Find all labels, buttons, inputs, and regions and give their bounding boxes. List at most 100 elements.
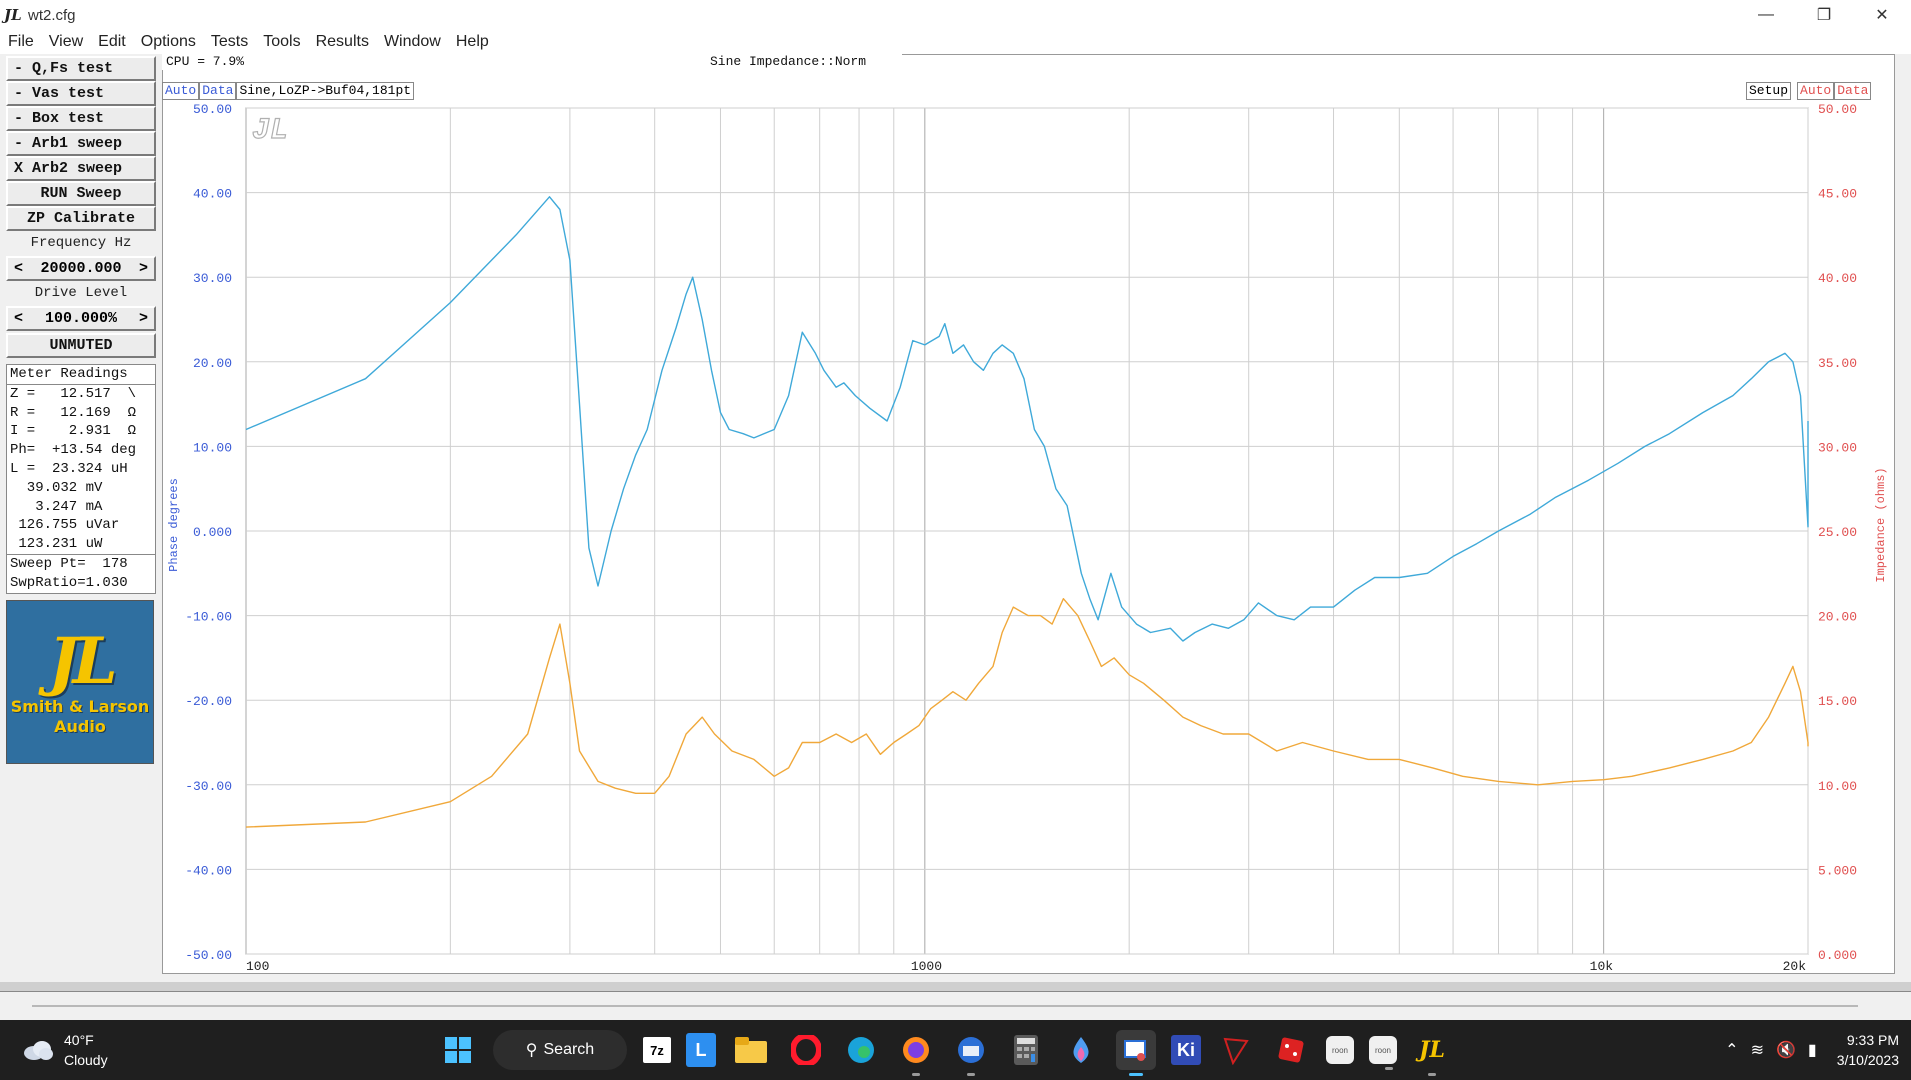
frequency-spinner[interactable]: < 20000.000 > [6, 256, 156, 281]
meter-header: Meter Readings [10, 366, 128, 382]
window-title: wt2.cfg [28, 6, 76, 24]
arb1-sweep-button[interactable]: - Arb1 sweep [6, 131, 156, 156]
right-auto-button[interactable]: Auto [1797, 82, 1835, 100]
meter-row: Ph= +13.54 deg [10, 442, 137, 459]
taskbar: 40°F Cloudy ⚲ Search 7z L Ki roon roon J… [0, 1020, 1911, 1080]
file-explorer-icon[interactable] [731, 1030, 771, 1070]
drive-level-value[interactable]: 100.000% [45, 310, 117, 327]
logo-mark-icon: JL [48, 623, 117, 699]
meter-row: R = 12.169 Ω [10, 404, 137, 421]
meter-row: Z = 12.517 \ [10, 385, 137, 402]
meter-readings: Meter Readings Z = 12.517 \ R = 12.169 Ω… [6, 364, 156, 594]
thunderbird-icon[interactable] [951, 1030, 991, 1076]
taskbar-apps: ⚲ Search 7z L Ki roon roon JL [430, 1028, 1459, 1076]
drive-level-spinner[interactable]: < 100.000% > [6, 306, 156, 331]
chart-frame [162, 54, 1895, 974]
drive-level-label: Drive Level [34, 285, 128, 301]
vas-test-button[interactable]: - Vas test [6, 81, 156, 106]
clock-time: 9:33 PM [1846, 1032, 1899, 1048]
system-tray: ⌃ ≋ 🔇 ▮ 9:33 PM 3/10/2023 [1719, 1020, 1911, 1080]
7zip-icon[interactable]: 7z [643, 1037, 671, 1063]
meter-row: 39.032 mV [10, 479, 103, 496]
search-label: Search [543, 1041, 595, 1058]
menu-edit[interactable]: Edit [98, 33, 126, 51]
cloud-icon [24, 1041, 53, 1060]
kicad-icon[interactable]: Ki [1171, 1035, 1201, 1065]
box-test-button[interactable]: - Box test [6, 106, 156, 131]
meter-row: 123.231 uW [10, 536, 103, 553]
frequency-increment-button[interactable]: > [139, 260, 148, 277]
menu-window[interactable]: Window [384, 33, 441, 51]
jl-icon[interactable]: JL [1412, 1030, 1452, 1076]
chevron-up-icon[interactable]: ⌃ [1725, 1040, 1738, 1060]
meter-row: 126.755 uVar [10, 517, 120, 534]
menu-file[interactable]: File [8, 33, 34, 51]
battery-icon[interactable]: ▮ [1808, 1040, 1817, 1060]
zp-calibrate-button[interactable]: ZP Calibrate [6, 206, 156, 231]
dice-icon[interactable] [1271, 1030, 1311, 1070]
paint-icon[interactable] [1061, 1030, 1101, 1070]
opera-icon[interactable] [786, 1030, 826, 1070]
smith-larson-logo: JL Smith & Larson Audio [6, 599, 154, 764]
search-icon: ⚲ [525, 1042, 538, 1059]
menu-options[interactable]: Options [141, 33, 196, 51]
cpu-readout: CPU = 7.9% [166, 54, 245, 69]
minimize-button[interactable]: — [1737, 0, 1795, 30]
mute-toggle-button[interactable]: UNMUTED [6, 333, 156, 358]
logo-line-2: Audio [54, 716, 106, 736]
taskbar-search[interactable]: ⚲ Search [493, 1030, 627, 1070]
clock[interactable]: 9:33 PM 3/10/2023 [1837, 1030, 1899, 1070]
clock-date: 3/10/2023 [1836, 1052, 1899, 1068]
horizontal-scrollbar[interactable] [0, 992, 1911, 1012]
status-bar: CPU = 7.9% Sine Impedance::Norm [162, 54, 902, 70]
chart-toolbar-right: Setup Auto Data [1746, 82, 1872, 100]
arb2-sweep-button[interactable]: X Arb2 sweep [6, 156, 156, 181]
frequency-decrement-button[interactable]: < [14, 260, 23, 277]
firefox-icon[interactable] [896, 1030, 936, 1076]
meter-row: I = 2.931 Ω [10, 423, 137, 440]
frequency-value[interactable]: 20000.000 [40, 260, 121, 277]
logo-line-1: Smith & Larson [10, 696, 150, 716]
sweep-ratio-readout: SwpRatio=1.030 [10, 574, 128, 591]
wifi-icon[interactable]: ≋ [1751, 1040, 1764, 1060]
roon-icon[interactable]: roon [1326, 1036, 1354, 1064]
weather-temperature: 40°F [64, 1032, 94, 1048]
left-data-button[interactable]: Data [199, 82, 237, 100]
meter-row: L = 23.324 uH [10, 460, 128, 477]
run-sweep-button[interactable]: RUN Sweep [6, 181, 156, 206]
mode-readout: Sine Impedance::Norm [710, 54, 867, 69]
menu-tests[interactable]: Tests [211, 33, 248, 51]
calculator-icon[interactable] [1006, 1030, 1046, 1070]
menu-tools[interactable]: Tools [263, 33, 300, 51]
close-button[interactable]: ✕ [1853, 0, 1911, 30]
right-data-button[interactable]: Data [1834, 82, 1872, 100]
roon2-icon[interactable]: roon [1369, 1036, 1397, 1070]
menu-results[interactable]: Results [316, 33, 369, 51]
qfs-test-button[interactable]: - Q,Fs test [6, 56, 156, 81]
sweep-description: Sine,LoZP->Buf04,181pt [236, 82, 415, 100]
app-icon[interactable] [1216, 1030, 1256, 1070]
frequency-label: Frequency Hz [30, 235, 132, 251]
start-icon[interactable] [438, 1030, 478, 1070]
app-logo-icon: JL [4, 6, 22, 24]
control-panel: - Q,Fs test - Vas test - Box test - Arb1… [6, 56, 156, 764]
drive-decrement-button[interactable]: < [14, 310, 23, 327]
weather-widget[interactable]: 40°F Cloudy [22, 1030, 108, 1070]
restore-button[interactable]: ❐ [1795, 0, 1853, 30]
menu-view[interactable]: View [49, 33, 83, 51]
setup-button[interactable]: Setup [1746, 82, 1792, 100]
snipping-tool-icon[interactable] [1116, 1030, 1156, 1076]
volume-muted-icon[interactable]: 🔇 [1776, 1040, 1796, 1060]
sweep-point-readout: Sweep Pt= 178 [10, 555, 128, 572]
weather-description: Cloudy [64, 1052, 108, 1068]
lightshot-icon[interactable]: L [686, 1033, 716, 1067]
drive-increment-button[interactable]: > [139, 310, 148, 327]
menu-bar: File View Edit Options Tests Tools Resul… [0, 30, 1911, 54]
title-bar: JL wt2.cfg — ❐ ✕ [0, 0, 1911, 30]
divider-strip [0, 982, 1911, 992]
meter-row: 3.247 mA [10, 498, 103, 515]
left-auto-button[interactable]: Auto [162, 82, 200, 100]
edge-icon[interactable] [841, 1030, 881, 1070]
menu-help[interactable]: Help [456, 33, 489, 51]
chart-toolbar-left: Auto Data Sine,LoZP->Buf04,181pt [162, 82, 415, 100]
